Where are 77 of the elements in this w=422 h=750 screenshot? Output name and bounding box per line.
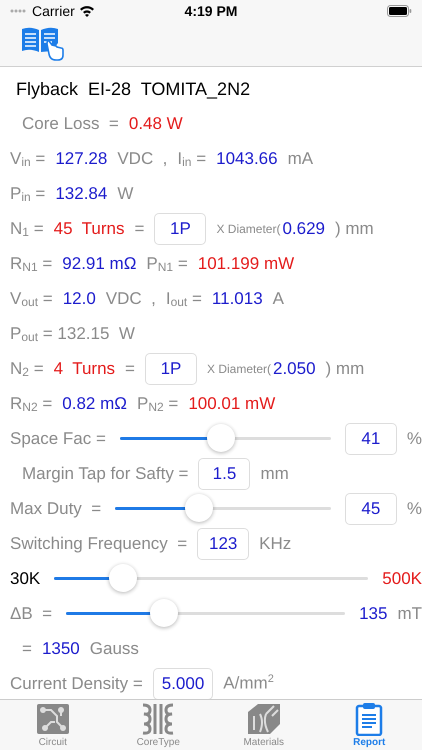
label-text: Margin Tap for Safty =	[22, 464, 188, 484]
range-label: 30K	[10, 568, 40, 588]
input-field[interactable]: 1P	[144, 352, 197, 384]
label-text: ΔB =	[10, 604, 52, 624]
wood-grain-icon	[246, 702, 282, 736]
label-text: N$_{2}$ =	[10, 358, 44, 378]
input-field[interactable]: 123	[197, 528, 250, 560]
label-text: mA	[288, 148, 314, 168]
result-text: 500K	[382, 568, 422, 588]
diameter-label: X Diameter(	[206, 362, 271, 376]
value-text: 0.629	[282, 218, 325, 238]
label-text: R$_{N2}$ =	[10, 394, 52, 414]
value-text: 1043.66	[216, 148, 278, 168]
value-text: 11.013	[212, 288, 263, 308]
battery-icon	[387, 5, 412, 17]
label-text: Core Loss =	[22, 114, 119, 134]
label-text: P$_{N2}$ =	[136, 394, 178, 414]
label-text: ) mm	[326, 358, 364, 378]
label-text: VDC ,	[117, 148, 168, 168]
value-text: 1350	[42, 638, 80, 658]
input-field[interactable]: 1.5	[198, 458, 250, 490]
label-text: mT	[397, 604, 422, 624]
result-text: 0.48 W	[128, 114, 183, 134]
label-text: W	[117, 184, 134, 204]
status-time: 4:19 PM	[184, 3, 238, 19]
label-text: KHz	[259, 534, 292, 554]
value-text: 132.84	[55, 184, 108, 204]
input-field[interactable]: 1P	[154, 212, 206, 244]
circuit-board-icon	[34, 702, 71, 736]
label-text: Current Density =	[10, 674, 143, 694]
input-field[interactable]: 5.000	[152, 668, 214, 699]
label-text: =	[22, 638, 32, 658]
label-text: N$_{1}$ =	[10, 218, 44, 238]
label-text: %	[406, 498, 422, 518]
value-text: 12.0	[62, 288, 96, 308]
label-text: Gauss	[90, 638, 139, 658]
label-text: I$_{in}$ =	[177, 148, 206, 168]
label-text: =	[125, 358, 135, 378]
result-text: 45 Turns	[54, 218, 124, 238]
result-text: 100.01 mW	[188, 394, 276, 414]
slider-thumb[interactable]	[150, 599, 178, 627]
report-title: Flyback EI-28 TOMITA_2N2	[16, 79, 250, 100]
result-text: 4 Turns	[54, 358, 116, 378]
value-text: 135	[359, 604, 388, 624]
tab-item[interactable]: Report	[316, 700, 422, 750]
signal-icon	[10, 9, 28, 13]
label-text: P$_{in}$ =	[10, 184, 46, 204]
label-text: Space Fac =	[10, 428, 106, 448]
slider-thumb[interactable]	[207, 424, 236, 452]
label-text: Max Duty =	[10, 498, 102, 518]
label-text: A/mm$^{2}$	[223, 673, 274, 694]
slider-thumb[interactable]	[185, 494, 214, 522]
value-text: 127.28	[55, 148, 108, 168]
label-text: R$_{N1}$ =	[10, 254, 52, 274]
label-text: P$_{out}$ = 132.15 W	[10, 324, 135, 344]
slider-thumb[interactable]	[109, 564, 138, 592]
result-text: 101.199 mW	[198, 254, 294, 274]
label-text: =	[134, 218, 144, 238]
book-hand-icon[interactable]	[20, 25, 64, 63]
input-field[interactable]: 45	[344, 492, 397, 524]
label-text: V$_{in}$ =	[10, 148, 46, 168]
label-text: ) mm	[335, 218, 374, 238]
carrier-name: Carrier	[32, 3, 75, 19]
value-text: 2.050	[273, 358, 316, 378]
value-text: 92.91 mΩ	[62, 254, 136, 274]
label-text: VDC ,	[106, 288, 156, 308]
wifi-icon	[78, 5, 95, 17]
label-text: %	[406, 428, 422, 448]
label-text: mm	[260, 464, 289, 484]
value-text: 0.82 mΩ	[62, 394, 127, 414]
label-text: Switching Frequency =	[10, 534, 188, 554]
label-text: A	[272, 288, 284, 308]
label-text: V$_{out}$ =	[10, 288, 53, 308]
diameter-label: X Diameter(	[216, 222, 280, 236]
label-text: I$_{out}$ =	[166, 288, 202, 308]
label-text: P$_{N1}$ =	[146, 254, 188, 274]
input-field[interactable]: 41	[344, 422, 397, 454]
